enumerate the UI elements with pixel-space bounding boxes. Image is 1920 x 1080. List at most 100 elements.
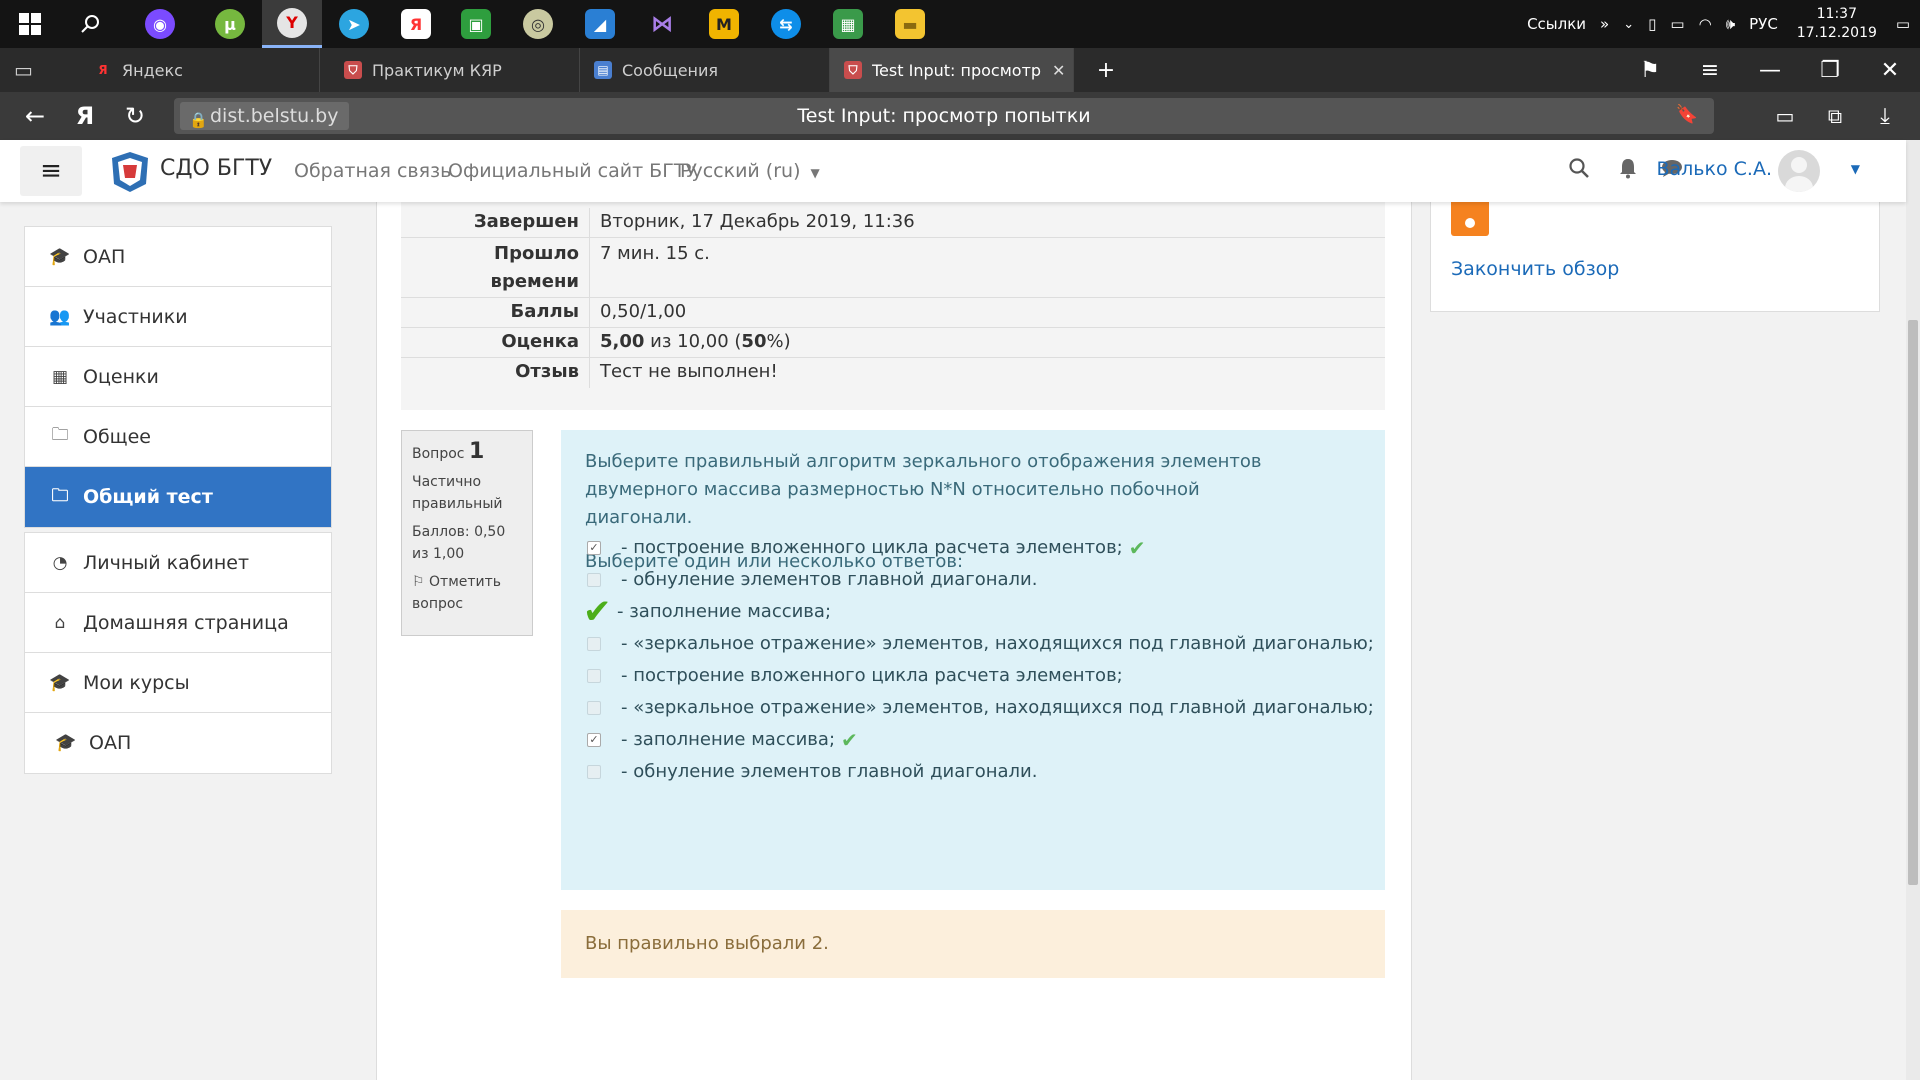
minimize-icon[interactable]: —: [1740, 48, 1800, 92]
alice-assistant-icon[interactable]: ◉: [130, 0, 190, 48]
drawer-toggle-icon[interactable]: ≡: [20, 146, 82, 196]
yandex-browser-icon[interactable]: Y: [262, 0, 322, 48]
nav-item-oap-course[interactable]: 🎓 ОАП: [25, 713, 331, 773]
site-name[interactable]: СДО БГТУ: [160, 156, 272, 181]
grade-of: из 10,00 (: [650, 331, 742, 352]
visual-studio-icon[interactable]: ⋈: [632, 0, 692, 48]
restore-icon[interactable]: ❐: [1800, 48, 1860, 92]
wifi-icon[interactable]: ◠: [1699, 15, 1712, 33]
language-indicator[interactable]: РУС: [1749, 15, 1778, 33]
nav-item-participants[interactable]: 👥 Участники: [25, 287, 331, 347]
utorrent-icon[interactable]: μ: [200, 0, 260, 48]
yandex-icon[interactable]: Я: [386, 0, 446, 48]
tab-test-input[interactable]: ⛉ Test Input: просмотр по ✕: [830, 48, 1074, 92]
telegram-icon[interactable]: ➤: [324, 0, 384, 48]
avatar[interactable]: [1778, 150, 1820, 192]
question-nav-button-1[interactable]: [1451, 202, 1489, 236]
nav-item-grades[interactable]: ▦ Оценки: [25, 347, 331, 407]
close-window-icon[interactable]: ✕: [1860, 48, 1920, 92]
tab-yandex[interactable]: Я Яндекс: [80, 48, 320, 92]
downloads-icon[interactable]: ⤓: [1860, 92, 1910, 140]
answer-option[interactable]: ✓ - заполнение массива; ✔: [587, 726, 858, 754]
attempt-summary-table: Завершен Вторник, 17 Декабрь 2019, 11:36…: [401, 202, 1385, 410]
battery-saver-icon[interactable]: ▯: [1648, 15, 1656, 33]
search-icon[interactable]: [1568, 157, 1590, 184]
nav-item-oap[interactable]: 🎓 ОАП: [25, 227, 331, 287]
tray-expand-icon[interactable]: ⌄: [1623, 17, 1634, 32]
summary-value: 5,00 из 10,00 (50%): [589, 328, 1385, 357]
user-name[interactable]: Валько С.А.: [1656, 158, 1772, 180]
battery-mode-icon[interactable]: ▭: [1760, 92, 1810, 140]
clock[interactable]: 11:37 17.12.2019: [1792, 5, 1882, 43]
bell-icon[interactable]: [1618, 157, 1638, 184]
battery-icon[interactable]: ▭: [1670, 15, 1684, 33]
nav-item-general[interactable]: 🗀 Общее: [25, 407, 331, 467]
checkbox[interactable]: [587, 573, 601, 587]
notifications-icon[interactable]: ▭: [1896, 15, 1910, 33]
extensions-icon[interactable]: ⧉: [1810, 92, 1860, 140]
menu-icon[interactable]: ≡: [1680, 48, 1740, 92]
question-label: Вопрос: [412, 446, 465, 462]
checkbox[interactable]: [587, 701, 601, 715]
taskbar-search-icon[interactable]: [60, 0, 120, 48]
windows-start-icon[interactable]: [0, 0, 60, 48]
nav-item-home[interactable]: ⌂ Домашняя страница: [25, 593, 331, 653]
checkbox[interactable]: [587, 669, 601, 683]
official-site-link[interactable]: Официальный сайт БГТУ: [448, 160, 697, 182]
answer-option[interactable]: - обнуление элементов главной диагонали.: [587, 758, 1037, 786]
answer-option[interactable]: ✔ - заполнение массива;: [583, 595, 831, 629]
finish-review-link[interactable]: Закончить обзор: [1451, 258, 1619, 280]
teamviewer-icon[interactable]: ⇆: [756, 0, 816, 48]
new-tab-button[interactable]: +: [1076, 48, 1136, 92]
system-tray: Ссылки » ⌄ ▯ ▭ ◠ 🕪 РУС 11:37 17.12.2019 …: [1527, 0, 1920, 48]
answer-option[interactable]: - построение вложенного цикла расчета эл…: [587, 662, 1123, 690]
spreadsheet-icon[interactable]: ▦: [818, 0, 878, 48]
volume-icon[interactable]: 🕪: [1726, 15, 1735, 33]
bookmarks-icon[interactable]: ⚑: [1620, 48, 1680, 92]
swift-app-icon[interactable]: ◢: [570, 0, 630, 48]
game-app-icon[interactable]: ◎: [508, 0, 568, 48]
m-app-icon[interactable]: M: [694, 0, 754, 48]
user-menu-caret-icon[interactable]: ▼: [1851, 162, 1860, 176]
tab-practicum[interactable]: ⛉ Практикум КЯР: [330, 48, 580, 92]
grade-percent: 50: [741, 331, 767, 352]
answer-option[interactable]: - «зеркальное отражение» элементов, нахо…: [587, 694, 1374, 722]
summary-header: Баллы: [510, 301, 579, 322]
back-icon[interactable]: ←: [10, 92, 60, 140]
answer-option[interactable]: ✓ - построение вложенного цикла расчета …: [587, 534, 1146, 562]
checkbox[interactable]: [587, 765, 601, 779]
language-menu[interactable]: Русский (ru) ▼: [680, 160, 820, 182]
nav-label: Личный кабинет: [83, 551, 250, 574]
scrollbar-thumb[interactable]: [1908, 320, 1918, 885]
answer-text: - «зеркальное отражение» элементов, нахо…: [621, 697, 1374, 718]
feedback-link[interactable]: Обратная связь: [294, 160, 451, 182]
nav-item-dashboard[interactable]: ◔ Личный кабинет: [25, 533, 331, 593]
answer-text: - обнуление элементов главной диагонали.: [621, 761, 1038, 782]
money-app-icon[interactable]: ▣: [446, 0, 506, 48]
tabs-overview-icon[interactable]: ▭: [0, 48, 70, 92]
flag-icon: ⚐: [412, 574, 425, 590]
nav-item-general-test[interactable]: 🗀 Общий тест: [25, 467, 331, 527]
close-tab-icon[interactable]: ✕: [1052, 61, 1065, 80]
checkbox-checked[interactable]: ✓: [587, 541, 601, 555]
nav-label: Общее: [83, 425, 151, 448]
file-explorer-icon[interactable]: ▬: [880, 0, 940, 48]
reload-icon[interactable]: ↻: [110, 92, 160, 140]
tab-messages[interactable]: ▤ Сообщения: [580, 48, 830, 92]
page-scrollbar[interactable]: [1906, 140, 1920, 1080]
bookmark-icon[interactable]: 🔖: [1676, 104, 1698, 125]
yandex-home-icon[interactable]: Я: [60, 92, 110, 140]
university-logo[interactable]: [108, 148, 152, 194]
address-bar[interactable]: 🔒 dist.belstu.by Test Input: просмотр по…: [174, 98, 1714, 134]
flag-question[interactable]: ⚐ Отметить вопрос: [412, 571, 522, 615]
region-main: Завершен Вторник, 17 Декабрь 2019, 11:36…: [376, 202, 1412, 1080]
tab-label: Test Input: просмотр по: [872, 60, 1042, 80]
answer-text: - построение вложенного цикла расчета эл…: [621, 537, 1123, 558]
answer-option[interactable]: - «зеркальное отражение» элементов, нахо…: [587, 630, 1374, 658]
answer-option[interactable]: - обнуление элементов главной диагонали.: [587, 566, 1037, 594]
links-toolbar-label[interactable]: Ссылки: [1527, 15, 1586, 33]
checkbox[interactable]: [587, 637, 601, 651]
checkbox-checked[interactable]: ✓: [587, 733, 601, 747]
nav-item-my-courses[interactable]: 🎓 Мои курсы: [25, 653, 331, 713]
links-expand-icon[interactable]: »: [1600, 15, 1609, 33]
